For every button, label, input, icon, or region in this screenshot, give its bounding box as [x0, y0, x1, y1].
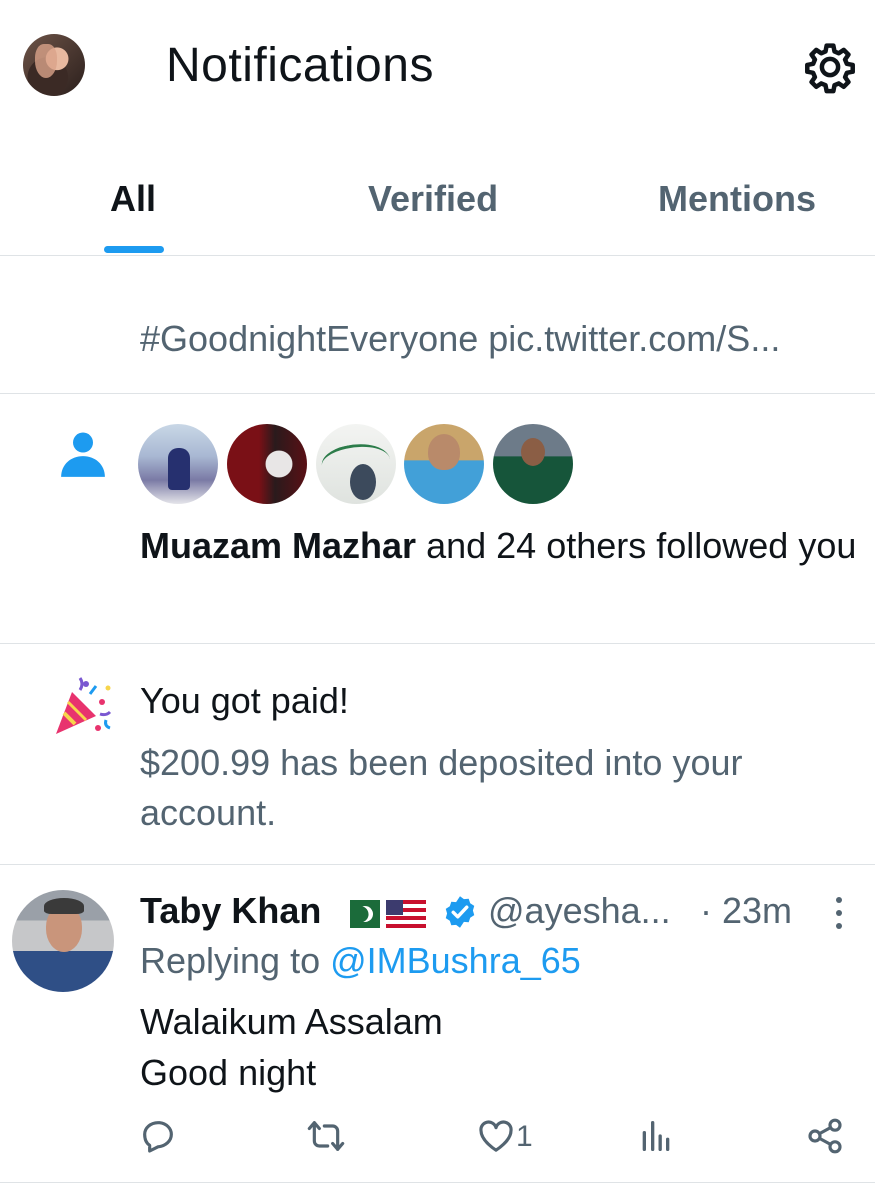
share-button[interactable]	[805, 1116, 845, 1160]
tab-verified[interactable]: Verified	[368, 178, 498, 220]
follower-avatar[interactable]	[316, 424, 396, 504]
retweet-button[interactable]	[306, 1116, 346, 1160]
us-flag-icon	[386, 900, 426, 928]
tweet-header: Taby Khan @ayesha... · 23m	[140, 886, 860, 934]
tweet-text-line: Walaikum Assalam	[140, 1001, 443, 1042]
follower-avatar[interactable]	[493, 424, 573, 504]
person-icon	[61, 432, 105, 477]
divider	[0, 643, 875, 644]
tweet-text-line: Good night	[140, 1052, 317, 1093]
author-name[interactable]: Taby Khan	[140, 890, 321, 932]
tab-all[interactable]: All	[110, 178, 156, 220]
party-popper-icon	[56, 677, 112, 734]
views-icon	[642, 1121, 670, 1151]
pakistan-flag-icon	[340, 900, 380, 928]
replying-to-mention[interactable]: @IMBushra_65	[330, 940, 581, 981]
views-button[interactable]	[636, 1116, 676, 1160]
divider	[0, 1182, 875, 1183]
follow-notification-rest: and 24 others followed you	[416, 525, 857, 566]
tab-mentions[interactable]: Mentions	[658, 178, 816, 220]
tweet-time[interactable]: · 23m	[700, 890, 792, 932]
divider	[0, 393, 875, 394]
like-icon	[479, 1120, 513, 1152]
follow-notification-text[interactable]: Muazam Mazhar and 24 others followed you	[140, 520, 860, 571]
previous-notification-text[interactable]: #GoodnightEveryone pic.twitter.com/S...	[140, 318, 780, 360]
replying-to: Replying to @IMBushra_65	[140, 940, 581, 982]
follower-avatar[interactable]	[138, 424, 218, 504]
tweet-text: Walaikum Assalam Good night	[140, 996, 443, 1098]
share-icon	[808, 1118, 842, 1154]
author-handle[interactable]: @ayesha...	[488, 890, 671, 932]
more-icon[interactable]	[832, 894, 846, 932]
reply-button[interactable]	[138, 1116, 178, 1160]
notification-tabs: All Verified Mentions	[0, 170, 875, 256]
profile-avatar[interactable]	[23, 34, 85, 96]
follower-name: Muazam Mazhar	[140, 525, 417, 566]
payment-description: $200.99 has been deposited into your acc…	[140, 742, 743, 833]
tweet-actions: 1	[0, 1116, 875, 1164]
like-count: 1	[516, 1120, 533, 1153]
header: Notifications	[0, 0, 875, 140]
like-button[interactable]	[476, 1116, 516, 1160]
replying-prefix: Replying to	[140, 940, 331, 981]
author-avatar[interactable]	[12, 890, 114, 992]
active-tab-indicator	[104, 246, 164, 253]
follower-avatar[interactable]	[227, 424, 307, 504]
verified-badge-icon	[445, 896, 475, 928]
divider	[0, 864, 875, 865]
reply-icon	[143, 1121, 173, 1153]
gear-icon[interactable]	[803, 40, 857, 94]
follower-avatar[interactable]	[404, 424, 484, 504]
retweet-icon	[307, 1121, 345, 1151]
payment-title[interactable]: You got paid!	[140, 680, 349, 722]
page-title: Notifications	[166, 39, 434, 92]
